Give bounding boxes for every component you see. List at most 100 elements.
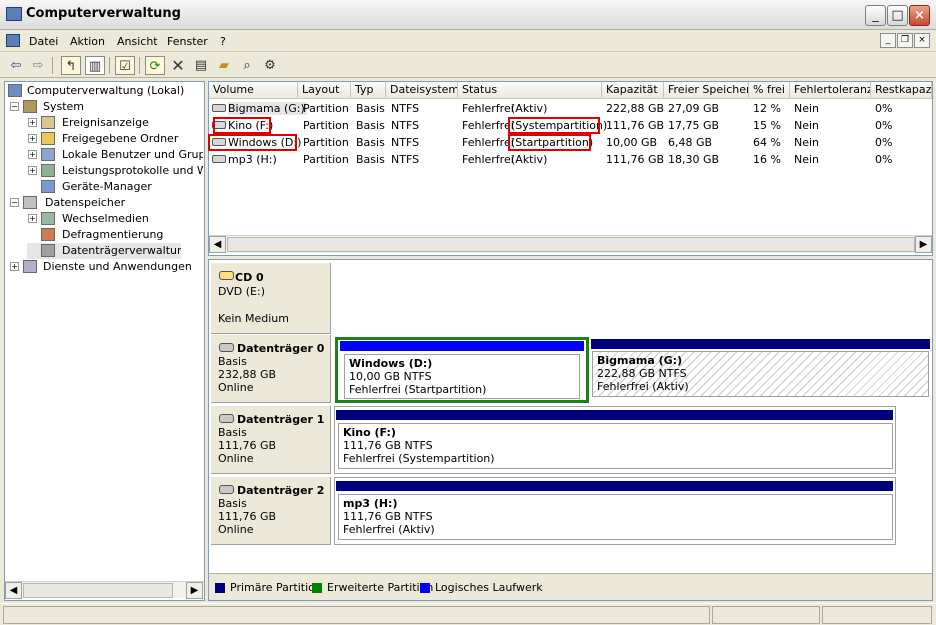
show-tree-icon[interactable]: ▥ — [85, 56, 105, 75]
column-header-fehlertoleranz[interactable]: Fehlertoleranz — [790, 82, 871, 99]
forward-arrow-icon[interactable]: ⇨ — [28, 56, 48, 75]
column-header-dateisystem[interactable]: Dateisystem — [386, 82, 458, 99]
properties-sheet-icon[interactable]: ▤ — [191, 56, 211, 75]
collapse-icon[interactable]: − — [10, 198, 19, 207]
tree-item-datenspeicher[interactable]: − Datenspeicher — [9, 195, 203, 211]
tree-item-dienste[interactable]: + Dienste und Anwendungen — [9, 259, 203, 275]
column-header-typ[interactable]: Typ — [351, 82, 386, 99]
scroll-thumb[interactable] — [23, 583, 173, 598]
disk-icon — [219, 485, 234, 494]
tree-item-computerverwaltung[interactable]: Computerverwaltung (Lokal) — [7, 83, 203, 99]
tree-item-ereignisanzeige[interactable]: + Ereignisanzeige — [27, 115, 203, 131]
free-space-cell: 6,48 GB — [668, 136, 713, 149]
partition-kino-f[interactable]: Kino (F:) 111,76 GB NTFS Fehlerfrei (Sys… — [334, 406, 896, 474]
mdi-window-icon[interactable] — [6, 34, 20, 47]
status-cell: Fehlerfrei — [462, 136, 514, 149]
close-button[interactable]: × — [909, 5, 930, 26]
status-detail-cell: (Aktiv) — [511, 153, 548, 166]
partition-mp3-h[interactable]: mp3 (H:) 111,76 GB NTFS Fehlerfrei (Akti… — [334, 477, 896, 545]
toolbar-separator — [139, 57, 140, 74]
capacity-cell: 222,88 GB — [606, 102, 665, 115]
fault-tolerance-cell: Nein — [794, 136, 820, 149]
column-header-layout[interactable]: Layout — [298, 82, 351, 99]
column-header-volume[interactable]: Volume — [209, 82, 298, 99]
scroll-thumb[interactable] — [227, 237, 915, 252]
tree-item-label: Defragmentierung — [62, 228, 164, 241]
table-row[interactable]: Bigmama (G:) Partition Basis NTFS Fehler… — [209, 100, 932, 117]
column-header-prozent-frei[interactable]: % frei — [749, 82, 790, 99]
mdi-close-button[interactable]: × — [914, 33, 930, 48]
status-cell: Fehlerfrei — [462, 153, 514, 166]
volume-icon — [212, 155, 226, 163]
tree-item-freigegebene-ordner[interactable]: + Freigegebene Ordner — [27, 131, 203, 147]
partition-status: Fehlerfrei (Systempartition) — [343, 452, 495, 465]
scroll-left-icon[interactable]: ◀ — [5, 582, 22, 599]
open-folder-icon[interactable]: ▰ — [214, 56, 234, 75]
refresh-icon[interactable]: ⟳ — [145, 56, 165, 75]
filesystem-cell: NTFS — [391, 102, 420, 115]
partition-status: Fehlerfrei (Aktiv) — [343, 523, 435, 536]
expand-icon[interactable]: + — [28, 166, 37, 175]
column-header-kapazitaet[interactable]: Kapazität — [602, 82, 664, 99]
device-manager-icon — [41, 180, 55, 193]
disk-type: Basis — [218, 426, 247, 439]
expand-icon[interactable]: + — [28, 118, 37, 127]
menu-datei[interactable]: Datei — [29, 35, 58, 48]
settings-icon[interactable]: ⚙ — [260, 56, 280, 75]
delete-icon[interactable]: ✕ — [168, 56, 188, 75]
users-icon — [41, 148, 55, 161]
minimize-button[interactable]: _ — [865, 5, 886, 26]
partition-name: mp3 (H:) — [343, 497, 398, 510]
column-header-freier-speicher[interactable]: Freier Speicher — [664, 82, 749, 99]
scroll-left-icon[interactable]: ◀ — [209, 236, 226, 253]
collapse-icon[interactable]: − — [10, 102, 19, 111]
tree-item-leistungsprotokolle[interactable]: + Leistungsprotokolle und Warnungen — [27, 163, 203, 179]
expand-icon[interactable]: + — [10, 262, 19, 271]
up-folder-icon[interactable]: ↰ — [61, 56, 81, 75]
menu-fenster[interactable]: Fenster — [167, 35, 208, 48]
column-header-status[interactable]: Status — [458, 82, 602, 99]
overhead-cell: 0% — [875, 136, 893, 149]
table-row[interactable]: mp3 (H:) Partition Basis NTFS Fehlerfrei… — [209, 151, 932, 168]
scroll-right-icon[interactable]: ▶ — [186, 582, 203, 599]
tree-item-label: Datenspeicher — [45, 196, 126, 209]
expand-icon[interactable]: + — [28, 150, 37, 159]
maximize-button[interactable]: □ — [887, 5, 908, 26]
volume-list: Volume Layout Typ Dateisystem Status Kap… — [208, 81, 933, 256]
disk-label-0[interactable]: Datenträger 0 Basis 232,88 GB Online — [211, 335, 331, 403]
menu-ansicht[interactable]: Ansicht — [117, 35, 158, 48]
expand-icon[interactable]: + — [28, 214, 37, 223]
disk-label-cd0[interactable]: CD 0 DVD (E:) Kein Medium — [211, 263, 331, 334]
highlight-box — [208, 134, 297, 151]
typ-cell: Basis — [356, 102, 385, 115]
search-icon[interactable]: ⌕ — [237, 56, 257, 75]
properties-icon[interactable]: ☑ — [115, 56, 135, 75]
tree-item-lokale-benutzer[interactable]: + Lokale Benutzer und Gruppen — [27, 147, 203, 163]
status-cell-main — [3, 606, 710, 624]
disk-type: Basis — [218, 355, 247, 368]
tree-item-system[interactable]: − System — [9, 99, 203, 115]
column-header-restkapazitaet[interactable]: Restkapazität — [871, 82, 932, 99]
disk-label-1[interactable]: Datenträger 1 Basis 111,76 GB Online — [211, 406, 331, 474]
system-tools-icon — [23, 100, 37, 113]
partition-windows-d[interactable]: Windows (D:) 10,00 GB NTFS Fehlerfrei (S… — [335, 337, 589, 403]
tree-horizontal-scrollbar[interactable]: ◀ ▶ — [5, 581, 204, 599]
tree-item-datentraegerverwaltung[interactable]: Datenträgerverwaltung — [27, 243, 181, 259]
tree-item-label: Lokale Benutzer und Gruppen — [62, 148, 203, 161]
partition-bigmama-g[interactable]: Bigmama (G:) 222,88 GB NTFS Fehlerfrei (… — [591, 337, 930, 401]
mdi-restore-button[interactable]: ❐ — [897, 33, 913, 48]
mdi-minimize-button[interactable]: _ — [880, 33, 896, 48]
disk-label-2[interactable]: Datenträger 2 Basis 111,76 GB Online — [211, 477, 331, 545]
back-arrow-icon[interactable]: ⇦ — [6, 56, 26, 75]
tree-item-wechselmedien[interactable]: + Wechselmedien — [27, 211, 203, 227]
tree-item-label: Freigegebene Ordner — [62, 132, 179, 145]
menu-help[interactable]: ? — [220, 35, 226, 48]
tree-item-defragmentierung[interactable]: Defragmentierung — [27, 227, 203, 243]
tree-item-geraete-manager[interactable]: Geräte-Manager — [27, 179, 203, 195]
tree-item-label: Ereignisanzeige — [62, 116, 149, 129]
scroll-right-icon[interactable]: ▶ — [915, 236, 932, 253]
expand-icon[interactable]: + — [28, 134, 37, 143]
menu-aktion[interactable]: Aktion — [70, 35, 105, 48]
disk-state: Online — [218, 452, 254, 465]
list-horizontal-scrollbar[interactable]: ◀ ▶ — [209, 235, 932, 253]
